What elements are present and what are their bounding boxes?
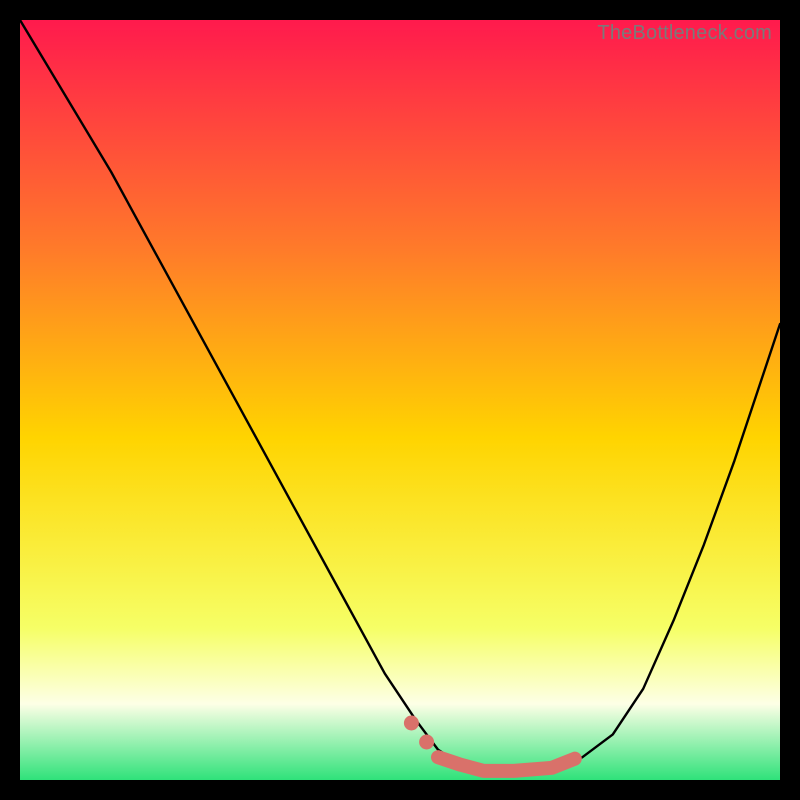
chart-frame: TheBottleneck.com [20, 20, 780, 780]
accent-dot [419, 735, 434, 750]
gradient-background [20, 20, 780, 780]
accent-dot [404, 716, 419, 731]
bottleneck-chart [20, 20, 780, 780]
attribution-label: TheBottleneck.com [597, 22, 772, 45]
